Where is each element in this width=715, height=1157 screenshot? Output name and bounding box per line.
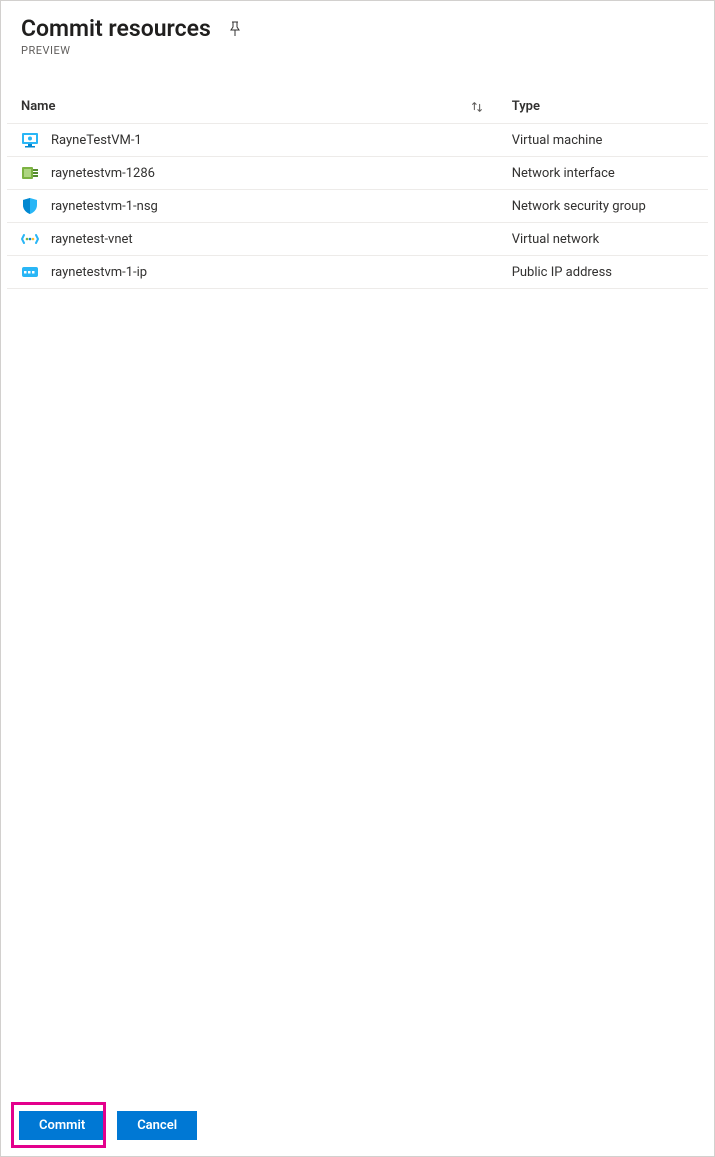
page-title: Commit resources — [21, 15, 211, 42]
column-header-name[interactable]: Name — [7, 91, 498, 124]
nsg-icon — [21, 197, 39, 215]
resource-type: Public IP address — [498, 256, 708, 289]
commit-resources-panel: Commit resources PREVIEW Name — [0, 0, 715, 1157]
resource-name: raynetestvm-1-nsg — [51, 199, 158, 214]
column-header-name-label: Name — [21, 99, 55, 114]
resource-name: raynetest-vnet — [51, 232, 133, 247]
column-header-type[interactable]: Type — [498, 91, 708, 124]
resource-type: Virtual network — [498, 223, 708, 256]
commit-button[interactable]: Commit — [19, 1111, 105, 1140]
pin-icon[interactable] — [227, 21, 243, 37]
panel-header: Commit resources PREVIEW — [1, 1, 714, 63]
resource-type: Network security group — [498, 190, 708, 223]
table-row[interactable]: raynetest-vnet Virtual network — [7, 223, 708, 256]
table-row[interactable]: raynetestvm-1286 Network interface — [7, 157, 708, 190]
preview-badge: PREVIEW — [21, 44, 694, 57]
vm-icon — [21, 131, 39, 149]
sort-icon[interactable] — [470, 99, 484, 114]
cancel-button[interactable]: Cancel — [117, 1111, 197, 1140]
resource-type: Network interface — [498, 157, 708, 190]
nic-icon — [21, 164, 39, 182]
resource-name: raynetestvm-1286 — [51, 166, 155, 181]
resources-table-wrapper: Name Type RayneTestVM-1Virtual machinera… — [1, 63, 714, 1095]
table-row[interactable]: raynetestvm-1-nsg Network security group — [7, 190, 708, 223]
resources-table: Name Type RayneTestVM-1Virtual machinera… — [7, 91, 708, 289]
resource-name: RayneTestVM-1 — [51, 133, 142, 148]
resource-name: raynetestvm-1-ip — [51, 265, 147, 280]
panel-footer: Commit Cancel — [1, 1095, 714, 1156]
publicip-icon — [21, 263, 39, 281]
table-row[interactable]: raynetestvm-1-ip Public IP address — [7, 256, 708, 289]
column-header-type-label: Type — [512, 99, 540, 114]
resource-type: Virtual machine — [498, 124, 708, 157]
table-row[interactable]: RayneTestVM-1 Virtual machine — [7, 124, 708, 157]
vnet-icon — [21, 230, 39, 248]
